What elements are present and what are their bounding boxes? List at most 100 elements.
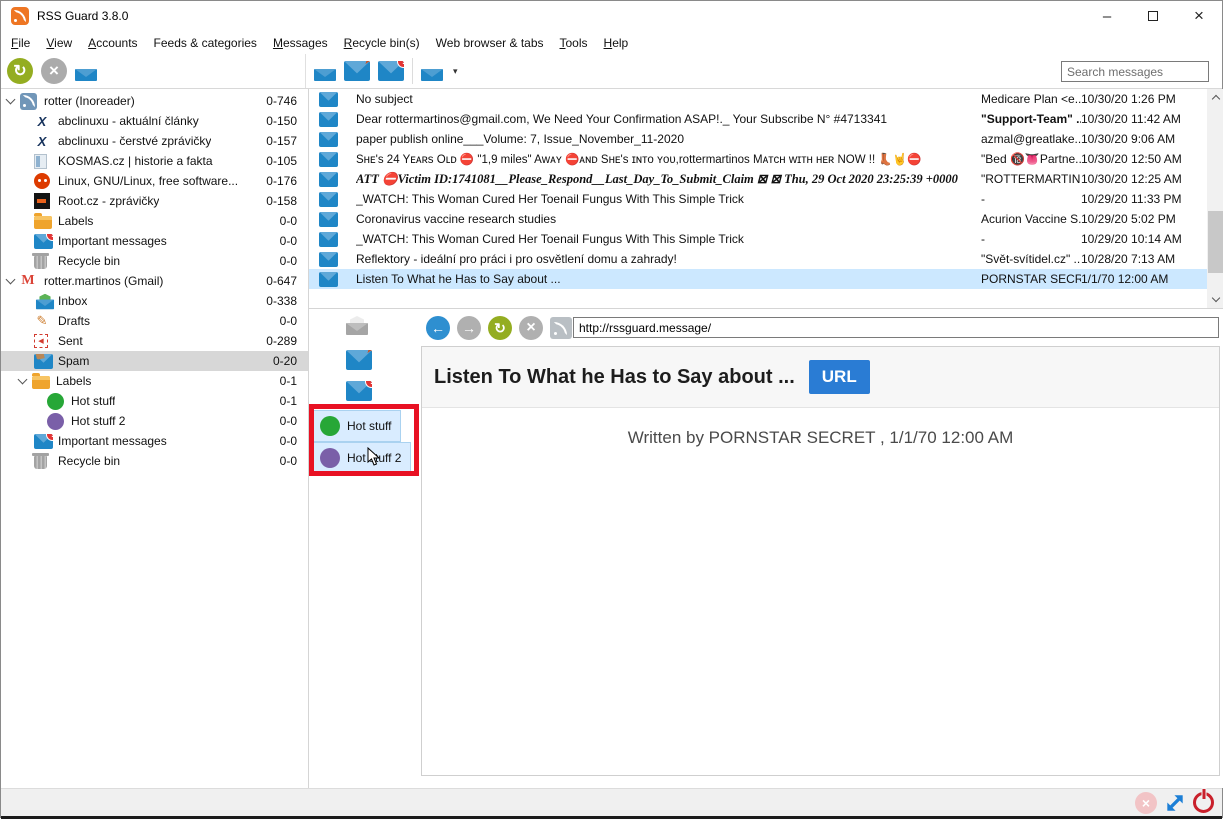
- menu-messages[interactable]: Messages: [265, 33, 336, 53]
- power-quit-icon[interactable]: [1193, 792, 1214, 813]
- menu-accounts[interactable]: Accounts: [80, 33, 145, 53]
- dropdown-arrow-icon[interactable]: [453, 66, 458, 77]
- menu-help[interactable]: Help: [596, 33, 637, 53]
- update-feeds-icon[interactable]: [7, 58, 33, 84]
- reload-icon[interactable]: [488, 316, 512, 340]
- unread-count: 0-289: [266, 334, 297, 348]
- message-list-scrollbar[interactable]: [1207, 89, 1223, 308]
- mark-unread-icon[interactable]: [378, 61, 404, 81]
- abclinuxu-icon: [34, 134, 50, 149]
- rss-guard-app-icon: [11, 7, 29, 25]
- sidebar-item-labels[interactable]: Labels 0-0: [1, 211, 308, 231]
- menu-file[interactable]: File: [3, 33, 38, 53]
- inbox-icon: [36, 293, 54, 309]
- message-row[interactable]: Dear rottermartinos@gmail.com, We Need Y…: [309, 109, 1207, 129]
- sidebar-item-label-hot-stuff[interactable]: Hot stuff 0-1: [1, 391, 308, 411]
- expand-arrow-icon[interactable]: [6, 275, 16, 285]
- message-row[interactable]: Reflektory - ideální pro práci i pro osv…: [309, 249, 1207, 269]
- trash-icon: [34, 256, 47, 269]
- spam-icon: [34, 354, 53, 369]
- message-row[interactable]: paper publish online___Volume: 7, Issue_…: [309, 129, 1207, 149]
- unread-count: 0-746: [266, 94, 297, 108]
- menu-web-browser-tabs[interactable]: Web browser & tabs: [428, 33, 552, 53]
- sidebar-item-spam[interactable]: Spam 0-20: [1, 351, 308, 371]
- mark-feed-read-icon[interactable]: [75, 62, 97, 81]
- stop-update-icon[interactable]: [41, 58, 67, 84]
- sidebar-item-important[interactable]: Important messages 0-0: [1, 431, 308, 451]
- sidebar-item-feed[interactable]: KOSMAS.cz | historie a fakta 0-105: [1, 151, 308, 171]
- stop-icon[interactable]: [519, 316, 543, 340]
- sidebar-item-important[interactable]: Important messages 0-0: [1, 231, 308, 251]
- message-row[interactable]: Sʜᴇ's 24 Yᴇᴀʀs Oʟᴅ ⛔ "1,9 miles" Aᴡᴀʏ ⛔ᴀ…: [309, 149, 1207, 169]
- url-input[interactable]: [573, 317, 1219, 338]
- purple-label-icon: [320, 448, 340, 468]
- label-toggle-hot-stuff-2[interactable]: Hot stuff 2: [313, 442, 411, 474]
- sidebar-item-gmail-account[interactable]: rotter.martinos (Gmail) 0-647: [1, 271, 308, 291]
- maximize-button[interactable]: [1130, 1, 1176, 31]
- message-row[interactable]: _WATCH: This Woman Cured Her Toenail Fun…: [309, 229, 1207, 249]
- unread-envelope-icon: [319, 132, 338, 147]
- sidebar-item-labels[interactable]: Labels 0-1: [1, 371, 308, 391]
- unread-count: 0-0: [280, 454, 297, 468]
- search-input[interactable]: [1061, 61, 1209, 82]
- sidebar-item-feed[interactable]: Linux, GNU/Linux, free software... 0-176: [1, 171, 308, 191]
- unread-count: 0-0: [280, 234, 297, 248]
- rss-page-icon: [550, 317, 572, 339]
- sidebar-item-inbox[interactable]: Inbox 0-338: [1, 291, 308, 311]
- mark-unread-icon[interactable]: [346, 381, 372, 401]
- label-toggle-hot-stuff[interactable]: Hot stuff: [313, 410, 401, 442]
- sidebar-item-recycle-bin[interactable]: Recycle bin 0-0: [1, 251, 308, 271]
- close-button[interactable]: [1176, 1, 1222, 31]
- sidebar-item-feed[interactable]: abclinuxu - čerstvé zprávičky 0-157: [1, 131, 308, 151]
- expand-arrow-icon[interactable]: [6, 95, 16, 105]
- unread-envelope-icon: [319, 172, 338, 187]
- menu-view[interactable]: View: [38, 33, 80, 53]
- mark-message-read-icon[interactable]: [314, 62, 336, 81]
- unread-count: 0-647: [266, 274, 297, 288]
- rss-guard-window: { "window": { "title": "RSS Guard 3.8.0"…: [0, 0, 1223, 818]
- unread-envelope-icon: [319, 152, 338, 167]
- back-icon[interactable]: [426, 316, 450, 340]
- sidebar-item-label-hot-stuff-2[interactable]: Hot stuff 2 0-0: [1, 411, 308, 431]
- menu-tools[interactable]: Tools: [552, 33, 596, 53]
- unread-envelope-icon: [319, 272, 338, 287]
- message-header: Listen To What he Has to Say about ... U…: [422, 347, 1219, 408]
- sidebar-item-feed[interactable]: Root.cz - zprávičky 0-158: [1, 191, 308, 211]
- mark-important-icon[interactable]: [346, 350, 372, 370]
- message-row[interactable]: No subject Medicare Plan <e... 10/30/20 …: [309, 89, 1207, 109]
- fullscreen-expand-icon[interactable]: [1164, 792, 1186, 814]
- sidebar-item-recycle-bin[interactable]: Recycle bin 0-0: [1, 451, 308, 471]
- purple-label-icon: [47, 413, 64, 430]
- menu-feeds-categories[interactable]: Feeds & categories: [146, 33, 265, 53]
- message-row-selected[interactable]: Listen To What he Has to Say about ... P…: [309, 269, 1207, 289]
- message-content: Listen To What he Has to Say about ... U…: [421, 346, 1220, 776]
- message-row[interactable]: ATT ⛔Victim ID:1741081__Please_Respond__…: [309, 169, 1207, 189]
- message-row[interactable]: _WATCH: This Woman Cured Her Toenail Fun…: [309, 189, 1207, 209]
- scrollbar-thumb[interactable]: [1208, 211, 1223, 273]
- mark-read-icon[interactable]: [346, 316, 368, 335]
- unread-count: 0-0: [280, 314, 297, 328]
- menu-recycle-bins[interactable]: Recycle bin(s): [336, 33, 428, 53]
- green-label-icon: [47, 393, 64, 410]
- messages-toolbar: [305, 54, 458, 88]
- minimize-button[interactable]: [1084, 1, 1130, 31]
- unread-count: 0-158: [266, 194, 297, 208]
- sidebar-item-feed[interactable]: abclinuxu - aktuální články 0-150: [1, 111, 308, 131]
- url-button[interactable]: URL: [809, 360, 870, 394]
- sidebar-item-sent[interactable]: Sent 0-289: [1, 331, 308, 351]
- sidebar-item-inoreader-account[interactable]: rotter (Inoreader) 0-746: [1, 91, 308, 111]
- message-row[interactable]: Coronavirus vaccine research studies Acu…: [309, 209, 1207, 229]
- mark-important-icon[interactable]: [344, 61, 370, 81]
- feed-list-panel: rotter (Inoreader) 0-746 abclinuxu - akt…: [1, 89, 309, 788]
- scroll-up-icon[interactable]: [1207, 89, 1223, 106]
- important-envelope-icon: [34, 434, 53, 449]
- sidebar-item-drafts[interactable]: Drafts 0-0: [1, 311, 308, 331]
- scroll-down-icon[interactable]: [1207, 291, 1223, 308]
- message-actions-icon[interactable]: [421, 62, 443, 81]
- expand-arrow-icon[interactable]: [18, 375, 28, 385]
- close-disabled-icon[interactable]: [1135, 792, 1157, 814]
- forward-icon[interactable]: [457, 316, 481, 340]
- window-title: RSS Guard 3.8.0: [37, 9, 128, 23]
- abclinuxu-icon: [34, 114, 50, 129]
- message-title: Listen To What he Has to Say about ...: [434, 366, 795, 389]
